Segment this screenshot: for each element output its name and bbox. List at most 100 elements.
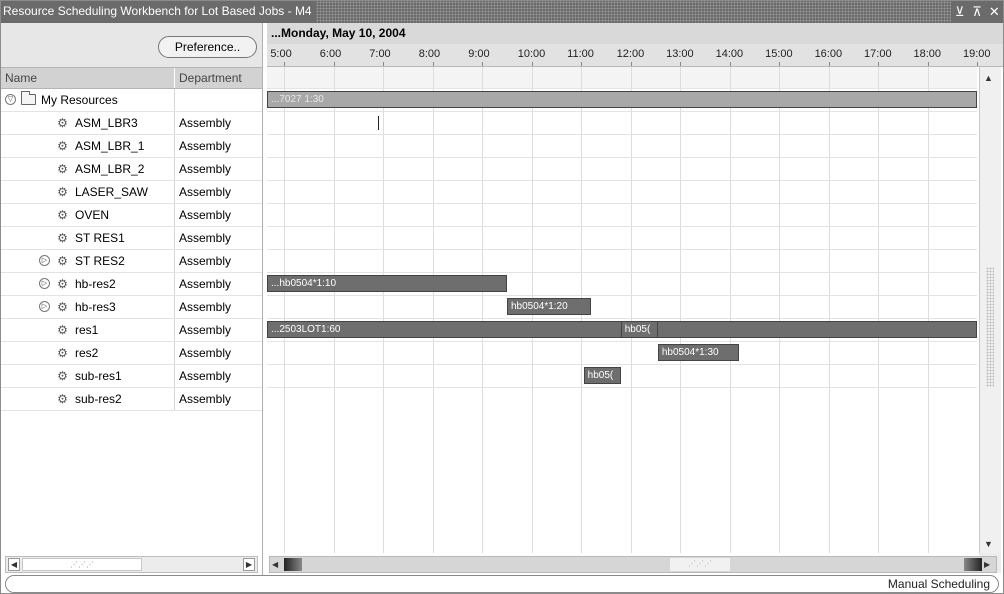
- tree-root-row[interactable]: ▽ My Resources: [1, 89, 262, 112]
- gantt-grid[interactable]: ...7027 1:30 ...hb0504*1:10 hb0504*1:20...…: [267, 67, 977, 553]
- time-tick-label: 19:00: [963, 48, 991, 60]
- gantt-row-gridline: [267, 272, 977, 273]
- scroll-right-icon[interactable]: ▶: [984, 558, 994, 571]
- minimize-icon[interactable]: ⊻: [953, 5, 967, 19]
- gantt-hour-gridline: [284, 67, 286, 553]
- scroll-grip[interactable]: [986, 267, 994, 387]
- workbench-window: Resource Scheduling Workbench for Lot Ba…: [0, 0, 1004, 594]
- resource-name-cell: ▷ ⚙ hb-res2: [1, 273, 175, 295]
- expand-icon[interactable]: ▷: [39, 278, 50, 289]
- gantt-row-gridline: [267, 180, 977, 181]
- time-tick-mark: [482, 62, 484, 66]
- resource-icon: ⚙: [57, 185, 68, 199]
- tree-row-resource[interactable]: ▷ ⚙ hb-res2 Assembly: [1, 273, 262, 296]
- resource-department: Assembly: [179, 208, 232, 222]
- resource-icon: ⚙: [57, 369, 68, 383]
- resource-icon: ⚙: [57, 116, 68, 130]
- job-bar[interactable]: ...7027 1:30: [267, 91, 977, 108]
- gantt-chart-pane: ...Monday, May 10, 2004 5:00 6:00 7:00 8:00…: [267, 23, 1003, 578]
- resource-department: Assembly: [179, 300, 232, 314]
- expand-icon[interactable]: ▷: [39, 255, 50, 266]
- time-tick-label: 15:00: [765, 48, 793, 60]
- expand-icon[interactable]: ▷: [39, 301, 50, 312]
- text-cursor-icon: [378, 116, 380, 130]
- scroll-up-icon[interactable]: ▲: [984, 73, 993, 83]
- close-icon[interactable]: ✕: [987, 5, 1001, 19]
- resource-icon: ⚙: [57, 208, 68, 222]
- resource-department: Assembly: [179, 369, 232, 383]
- time-tick-mark: [878, 62, 880, 66]
- time-tick-mark: [383, 62, 385, 66]
- resource-name-cell: ⚙ ST RES1: [1, 227, 175, 249]
- job-bar[interactable]: hb0504*1:20: [506, 298, 592, 315]
- scroll-right-icon[interactable]: ▶: [243, 558, 255, 571]
- resource-name: res2: [75, 346, 99, 360]
- gantt-row-gridline: [267, 157, 977, 158]
- tree-row-resource[interactable]: ⚙ LASER_SAW Assembly: [1, 181, 262, 204]
- time-tick-label: 12:00: [616, 48, 645, 60]
- time-tick-mark: [581, 62, 583, 66]
- time-tick-label: 13:00: [666, 48, 694, 60]
- gantt-row-gridline: [267, 249, 977, 250]
- tree-horizontal-scrollbar[interactable]: ◀ ⋰⋰⋰ ▶: [5, 556, 258, 573]
- tree-root-name-cell: ▽ My Resources: [1, 89, 175, 111]
- resource-department: Assembly: [179, 185, 232, 199]
- scroll-left-icon[interactable]: ◀: [8, 558, 20, 571]
- resource-name: ASM_LBR_1: [75, 139, 145, 153]
- tree-row-resource[interactable]: ⚙ res2 Assembly: [1, 342, 262, 365]
- scroll-thumb[interactable]: ⋰⋰⋰: [22, 558, 142, 571]
- resource-icon: ⚙: [57, 139, 68, 153]
- gantt-hour-gridline: [878, 67, 880, 553]
- scheduling-mode-status: Manual Scheduling: [887, 577, 990, 591]
- maximize-icon[interactable]: ⊼: [970, 5, 984, 19]
- time-tick-mark: [828, 62, 830, 66]
- gantt-hour-gridline: [432, 67, 434, 553]
- gantt-vertical-scrollbar[interactable]: ▲ ▼: [979, 67, 1001, 553]
- resource-name: hb-res3: [75, 300, 116, 314]
- gantt-row-gridline: [267, 134, 977, 135]
- scroll-thumb[interactable]: ⋰⋰⋰: [670, 558, 730, 571]
- time-tick-mark: [927, 62, 929, 66]
- resource-name: OVEN: [75, 208, 110, 222]
- column-header-name[interactable]: Name: [5, 71, 37, 85]
- tree-row-resource[interactable]: ⚙ ASM_LBR_1 Assembly: [1, 135, 262, 158]
- resource-department: Assembly: [179, 116, 232, 130]
- scroll-range-start-handle[interactable]: [284, 558, 302, 571]
- gantt-horizontal-scrollbar[interactable]: ◀ ⋰⋰⋰ ▶: [269, 556, 997, 573]
- resource-name-cell: ⚙ sub-res2: [1, 388, 175, 410]
- time-tick-mark: [630, 62, 632, 66]
- resource-department: Assembly: [179, 162, 232, 176]
- job-bar[interactable]: hb05(: [620, 321, 658, 338]
- time-tick-label: 7:00: [369, 48, 391, 60]
- job-bar[interactable]: hb05(: [583, 367, 621, 384]
- tree-row-resource[interactable]: ⚙ sub-res1 Assembly: [1, 365, 262, 388]
- gantt-date-label: ...Monday, May 10, 2004: [271, 26, 406, 40]
- tree-row-resource[interactable]: ⚙ sub-res2 Assembly: [1, 388, 262, 411]
- tree-row-resource[interactable]: ▷ ⚙ hb-res3 Assembly: [1, 296, 262, 319]
- resource-icon: ⚙: [57, 300, 68, 314]
- tree-row-resource[interactable]: ⚙ ST RES1 Assembly: [1, 227, 262, 250]
- job-bar[interactable]: hb0504*1:30: [657, 344, 740, 361]
- time-tick-mark: [432, 62, 434, 66]
- job-bar[interactable]: ...hb0504*1:10: [267, 275, 507, 292]
- column-divider[interactable]: [174, 68, 175, 88]
- scroll-left-icon[interactable]: ◀: [272, 558, 282, 571]
- tree-row-resource[interactable]: ▷ ⚙ ST RES2 Assembly: [1, 250, 262, 273]
- resource-name-cell: ⚙ res2: [1, 342, 175, 364]
- gantt-hour-gridline: [630, 67, 632, 553]
- gantt-row-gridline: [267, 387, 977, 388]
- resource-name: sub-res2: [75, 392, 122, 406]
- tree-row-resource[interactable]: ⚙ ASM_LBR3 Assembly: [1, 112, 262, 135]
- preference-button[interactable]: Preference..: [158, 36, 257, 58]
- resource-name-cell: ⚙ ASM_LBR3: [1, 112, 175, 134]
- collapse-icon[interactable]: ▽: [5, 94, 16, 105]
- tree-row-resource[interactable]: ⚙ OVEN Assembly: [1, 204, 262, 227]
- column-header-department[interactable]: Department: [179, 71, 242, 85]
- resource-name: hb-res2: [75, 277, 116, 291]
- tree-row-resource[interactable]: ⚙ ASM_LBR_2 Assembly: [1, 158, 262, 181]
- scroll-range-end-handle[interactable]: [964, 558, 982, 571]
- scroll-down-icon[interactable]: ▼: [984, 539, 993, 549]
- time-tick-mark: [680, 62, 682, 66]
- tree-column-header: Name Department: [1, 67, 262, 89]
- tree-row-resource[interactable]: ⚙ res1 Assembly: [1, 319, 262, 342]
